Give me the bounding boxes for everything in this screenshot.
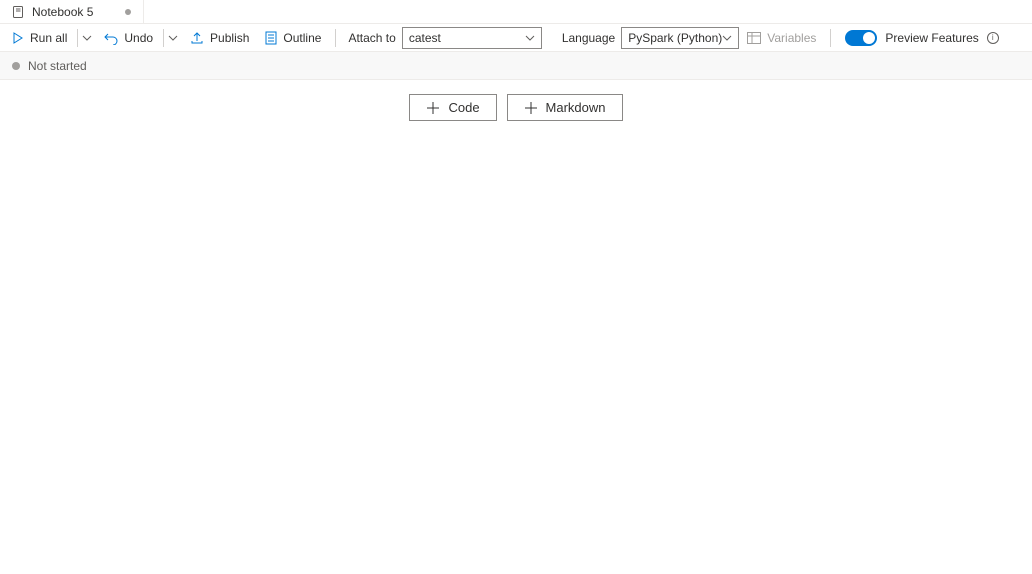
undo-icon <box>104 31 118 45</box>
unsaved-dot-icon <box>125 9 131 15</box>
plus-icon <box>524 101 538 115</box>
status-dot-icon <box>12 62 20 70</box>
separator <box>830 29 831 47</box>
play-icon <box>12 32 24 44</box>
attach-to-label: Attach to <box>342 31 401 45</box>
separator <box>335 29 336 47</box>
info-icon[interactable]: i <box>987 32 999 44</box>
status-text: Not started <box>28 59 87 73</box>
publish-button[interactable]: Publish <box>182 26 257 50</box>
attach-to-select[interactable]: catest <box>402 27 542 49</box>
variables-label: Variables <box>767 31 816 45</box>
language-label: Language <box>556 31 621 45</box>
publish-label: Publish <box>210 31 249 45</box>
run-all-dropdown[interactable] <box>77 29 96 47</box>
add-code-label: Code <box>448 100 479 115</box>
add-markdown-button[interactable]: Markdown <box>507 94 623 121</box>
add-code-button[interactable]: Code <box>409 94 496 121</box>
run-all-label: Run all <box>30 31 67 45</box>
variables-button: Variables <box>739 26 824 50</box>
preview-features-group: Preview Features i <box>837 30 1006 46</box>
outline-button[interactable]: Outline <box>257 26 329 50</box>
attach-to-value: catest <box>409 31 441 45</box>
run-all-button[interactable]: Run all <box>4 26 75 50</box>
chevron-down-icon <box>525 33 535 43</box>
outline-icon <box>265 31 277 45</box>
publish-icon <box>190 31 204 45</box>
toolbar: Run all Undo Publish Outline Attach to c… <box>0 24 1032 52</box>
notebook-tab[interactable]: Notebook 5 <box>0 0 144 24</box>
language-value: PySpark (Python) <box>628 31 722 45</box>
tab-title: Notebook 5 <box>32 5 93 19</box>
undo-label: Undo <box>124 31 153 45</box>
add-markdown-label: Markdown <box>546 100 606 115</box>
tab-bar: Notebook 5 <box>0 0 1032 24</box>
notebook-icon <box>12 6 24 18</box>
outline-label: Outline <box>283 31 321 45</box>
chevron-down-icon <box>722 33 732 43</box>
language-select[interactable]: PySpark (Python) <box>621 27 739 49</box>
variables-icon <box>747 32 761 44</box>
plus-icon <box>426 101 440 115</box>
content-area: Code Markdown <box>0 80 1032 135</box>
status-bar: Not started <box>0 52 1032 80</box>
undo-button[interactable]: Undo <box>96 26 161 50</box>
undo-dropdown[interactable] <box>163 29 182 47</box>
preview-features-toggle[interactable] <box>845 30 877 46</box>
preview-features-label: Preview Features <box>885 31 978 45</box>
